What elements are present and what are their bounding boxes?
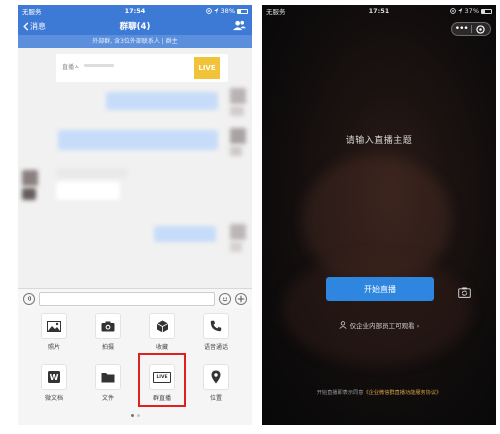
- visibility-setting[interactable]: 仅企业内部员工可观看 ›: [262, 320, 496, 330]
- camera-icon: [101, 321, 115, 331]
- redacted-text: [84, 64, 114, 67]
- more-button[interactable]: •••: [452, 24, 471, 34]
- external-group-notice[interactable]: 外部群, 含3位外部联系人 | 群主: [18, 35, 252, 48]
- plus-button[interactable]: [235, 292, 247, 305]
- chat-title: 群聊(4): [119, 22, 151, 32]
- visibility-label: 仅企业内部员工可观看 ›: [349, 322, 420, 330]
- camera-preview: [282, 255, 472, 365]
- group-chat-screen: 无服务 17:54 38% 消息 群聊(4) 外部群, 含3位外部联系人 | 群…: [18, 5, 252, 425]
- message-list: 直播ㅅ LIVE: [18, 48, 252, 276]
- switch-camera-icon: [458, 287, 471, 298]
- avatar[interactable]: [230, 128, 246, 144]
- tool-camera[interactable]: 拍摄: [86, 313, 130, 351]
- plus-icon: [237, 295, 245, 302]
- status-time: 17:51: [368, 7, 390, 15]
- group-live-highlight: [138, 353, 186, 407]
- status-bar: 无服务 17:54 38%: [18, 5, 252, 17]
- battery-icon: [237, 8, 248, 14]
- user-icon: [339, 321, 347, 329]
- live-topic-input[interactable]: 请输入直播主题: [262, 133, 496, 146]
- location-icon: [211, 370, 221, 384]
- favorites-icon: [156, 320, 168, 332]
- tool-label: 拍摄: [101, 344, 114, 351]
- word-doc-icon: W: [48, 371, 60, 383]
- tool-favorites[interactable]: 收藏: [140, 313, 184, 351]
- close-circle-icon: [476, 24, 485, 34]
- status-time: 17:54: [124, 7, 146, 15]
- tool-label: 位置: [209, 395, 222, 402]
- group-members-icon: [233, 20, 246, 31]
- message-bubble-mine[interactable]: [154, 226, 216, 242]
- message-input-bar: [18, 288, 252, 308]
- agreement-notice: 开始直播即表示同意《企业微信群直播功能服务协议》: [262, 389, 496, 396]
- page-dot-active: [130, 414, 134, 417]
- page-dot: [136, 414, 140, 417]
- tool-voice-call[interactable]: 语音通话: [194, 313, 238, 351]
- status-bar: 无服务 17:51 37%: [262, 5, 496, 17]
- nav-bar: 消息 群聊(4): [18, 17, 252, 35]
- voice-button[interactable]: [23, 292, 35, 305]
- message-input[interactable]: [39, 291, 215, 306]
- more-actions-panel: 照片 拍摄 收藏 语音通话 W 微文档 文件 LIVE 群直播 位置: [18, 308, 252, 425]
- battery-icon: [481, 8, 492, 14]
- avatar: [230, 146, 242, 156]
- screenshot-stage: 无服务 17:54 38% 消息 群聊(4) 外部群, 含3位外部联系人 | 群…: [0, 0, 500, 434]
- photo-icon: [47, 320, 61, 332]
- tool-label: 语音通话: [203, 344, 228, 351]
- avatar[interactable]: [22, 170, 38, 186]
- live-card-label: 直播ㅅ: [62, 64, 80, 71]
- agreement-link[interactable]: 《企业微信群直播功能服务协议》: [363, 390, 441, 396]
- tool-file[interactable]: 文件: [86, 364, 130, 402]
- message-bubble-other[interactable]: [56, 168, 128, 178]
- tool-label: 照片: [47, 344, 60, 351]
- emoji-button[interactable]: [219, 292, 231, 305]
- message-bubble-mine[interactable]: [58, 130, 218, 150]
- switch-camera-button[interactable]: [458, 283, 471, 302]
- start-live-screen: 无服务 17:51 37% ••• 请输入直播主题 开始直播 仅企业内部员工可观…: [262, 5, 496, 425]
- back-label: 消息: [30, 21, 46, 31]
- emoji-icon: [222, 297, 228, 301]
- phone-icon: [210, 320, 222, 332]
- folder-icon: [101, 372, 115, 382]
- tool-location[interactable]: 位置: [194, 364, 238, 402]
- close-button[interactable]: [472, 24, 491, 34]
- avatar[interactable]: [230, 88, 246, 104]
- agreement-prefix: 开始直播即表示同意: [316, 390, 364, 396]
- tool-label: 文件: [101, 395, 114, 402]
- live-badge: LIVE: [194, 57, 220, 79]
- page-indicator: [18, 414, 252, 417]
- tool-label: 收藏: [155, 344, 168, 351]
- tool-label: 微文档: [44, 395, 63, 402]
- voice-icon: [27, 295, 31, 302]
- tool-word-doc[interactable]: W 微文档: [32, 364, 76, 402]
- message-bubble-mine[interactable]: [106, 92, 218, 110]
- start-live-button[interactable]: 开始直播: [326, 277, 434, 301]
- message-bubble-other[interactable]: [56, 182, 120, 200]
- avatar: [230, 242, 242, 252]
- svg-text:W: W: [50, 373, 59, 382]
- back-button[interactable]: 消息: [23, 21, 46, 32]
- miniprogram-capsule: •••: [451, 22, 491, 36]
- tool-photo[interactable]: 照片: [32, 313, 76, 351]
- live-share-card[interactable]: 直播ㅅ LIVE: [56, 54, 228, 82]
- avatar: [230, 106, 244, 116]
- avatar: [22, 188, 36, 200]
- chevron-left-icon: [23, 21, 29, 31]
- avatar[interactable]: [230, 224, 246, 240]
- group-members-button[interactable]: [233, 20, 246, 33]
